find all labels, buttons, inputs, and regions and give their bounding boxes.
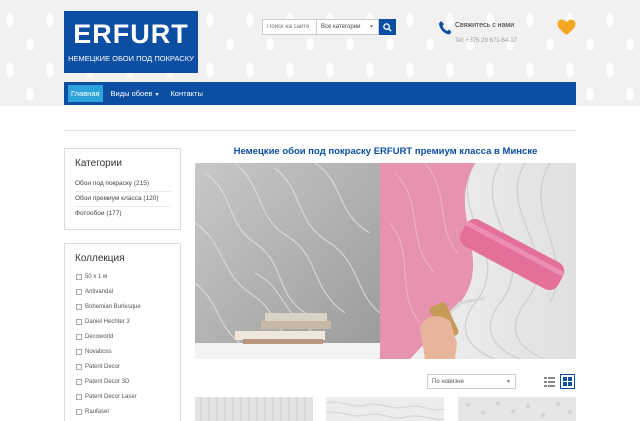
logo-tagline: НЕМЕЦКИЕ ОБОИ ПОД ПОКРАСКУ xyxy=(68,54,194,63)
categories-panel: Категории Обои под покраску (215) Обои п… xyxy=(64,148,181,230)
collection-filter[interactable]: Patent Decor 3D xyxy=(76,379,129,385)
main-navigation: Главная Виды обоев ▼ Контакты xyxy=(64,82,576,105)
checkbox[interactable] xyxy=(76,334,82,340)
checkbox[interactable] xyxy=(76,304,82,310)
collection-filter-label: Decoworld xyxy=(85,334,114,340)
category-divider xyxy=(75,191,171,192)
category-select-value: Все категории xyxy=(321,24,361,30)
collection-filter-label: Raufaser xyxy=(85,409,110,415)
collection-filter[interactable]: 50 x 1 м xyxy=(76,274,107,280)
list-view-icon xyxy=(544,376,555,387)
hero-banner xyxy=(195,163,576,359)
collection-filter[interactable]: Raufaser xyxy=(76,409,109,415)
product-thumbnail[interactable] xyxy=(195,397,313,421)
checkbox[interactable] xyxy=(76,409,82,415)
checkbox[interactable] xyxy=(76,289,82,295)
collection-filter[interactable]: Patent Decor xyxy=(76,364,120,370)
site-logo[interactable]: ERFURT НЕМЕЦКИЕ ОБОИ ПОД ПОКРАСКУ xyxy=(64,11,198,73)
collection-panel: Коллекция 50 x 1 м Antivandal Bohemian B… xyxy=(64,243,181,421)
collection-filter[interactable]: Decoworld xyxy=(76,334,113,340)
search-input[interactable] xyxy=(262,19,317,35)
contact-phone[interactable]: Tel: +375 29 671-64-17 xyxy=(455,38,517,44)
collection-filter-label: Patent Decor 3D xyxy=(85,379,130,385)
checkbox[interactable] xyxy=(76,319,82,325)
collection-filter-label: Bohemian Burlesque xyxy=(85,304,141,310)
search-button[interactable] xyxy=(379,19,396,35)
category-link[interactable]: Обои премиум класса (120) xyxy=(75,195,159,202)
caret-down-icon: ▼ xyxy=(154,92,160,98)
checkbox[interactable] xyxy=(76,349,82,355)
phone-icon xyxy=(439,21,452,35)
search-icon xyxy=(383,22,392,32)
grid-view-icon xyxy=(563,377,572,386)
collection-filter-label: Patent Decor Laser xyxy=(85,394,137,400)
collection-filter-label: Novaboss xyxy=(85,349,112,355)
chevron-down-icon: ▼ xyxy=(506,378,511,385)
grid-view-button[interactable] xyxy=(560,374,575,389)
collection-filter-label: Daniel Hechter 3 xyxy=(85,319,130,325)
contact-title[interactable]: Свяжитесь с нами xyxy=(455,22,514,29)
collection-filter[interactable]: Antivandal xyxy=(76,289,113,295)
category-divider xyxy=(75,206,171,207)
header-divider xyxy=(64,130,576,131)
logo-name: ERFURT xyxy=(73,19,189,49)
collection-filter-label: Patent Decor xyxy=(85,364,121,370)
collection-filter[interactable]: Bohemian Burlesque xyxy=(76,304,141,310)
checkbox[interactable] xyxy=(76,274,82,280)
product-image xyxy=(195,397,313,421)
product-thumbnail[interactable] xyxy=(458,397,576,421)
collection-filter-label: Antivandal xyxy=(85,289,114,295)
nav-wallpaper-types[interactable]: Виды обоев ▼ xyxy=(108,85,163,102)
sort-select[interactable]: По новизне ▼ xyxy=(427,374,516,389)
search-bar: Все категории ▼ xyxy=(262,19,396,35)
heart-icon[interactable] xyxy=(557,19,576,36)
collection-filter-label: 50 x 1 м xyxy=(85,274,108,280)
category-link[interactable]: Обои под покраску (215) xyxy=(75,180,149,187)
category-select[interactable]: Все категории ▼ xyxy=(317,19,379,35)
collection-filter[interactable]: Daniel Hechter 3 xyxy=(76,319,130,325)
product-image xyxy=(326,397,444,421)
nav-contacts[interactable]: Контакты xyxy=(167,85,205,102)
page-title: Немецкие обои под покраску ERFURT премиу… xyxy=(233,146,538,157)
product-thumbnail[interactable] xyxy=(326,397,444,421)
categories-title: Категории xyxy=(75,158,122,169)
category-link[interactable]: Фотообои (177) xyxy=(75,210,122,217)
collection-filter[interactable]: Novaboss xyxy=(76,349,112,355)
checkbox[interactable] xyxy=(76,394,82,400)
checkbox[interactable] xyxy=(76,379,82,385)
hero-image xyxy=(195,163,576,359)
sort-select-value: По новизне xyxy=(432,378,464,385)
collection-filter[interactable]: Patent Decor Laser xyxy=(76,394,137,400)
nav-wallpaper-types-label: Виды обоев xyxy=(110,89,153,98)
nav-home[interactable]: Главная xyxy=(68,85,103,102)
checkbox[interactable] xyxy=(76,364,82,370)
product-image xyxy=(458,397,576,421)
list-view-button[interactable] xyxy=(542,374,557,389)
chevron-down-icon: ▼ xyxy=(369,24,374,30)
collection-title: Коллекция xyxy=(75,253,125,264)
